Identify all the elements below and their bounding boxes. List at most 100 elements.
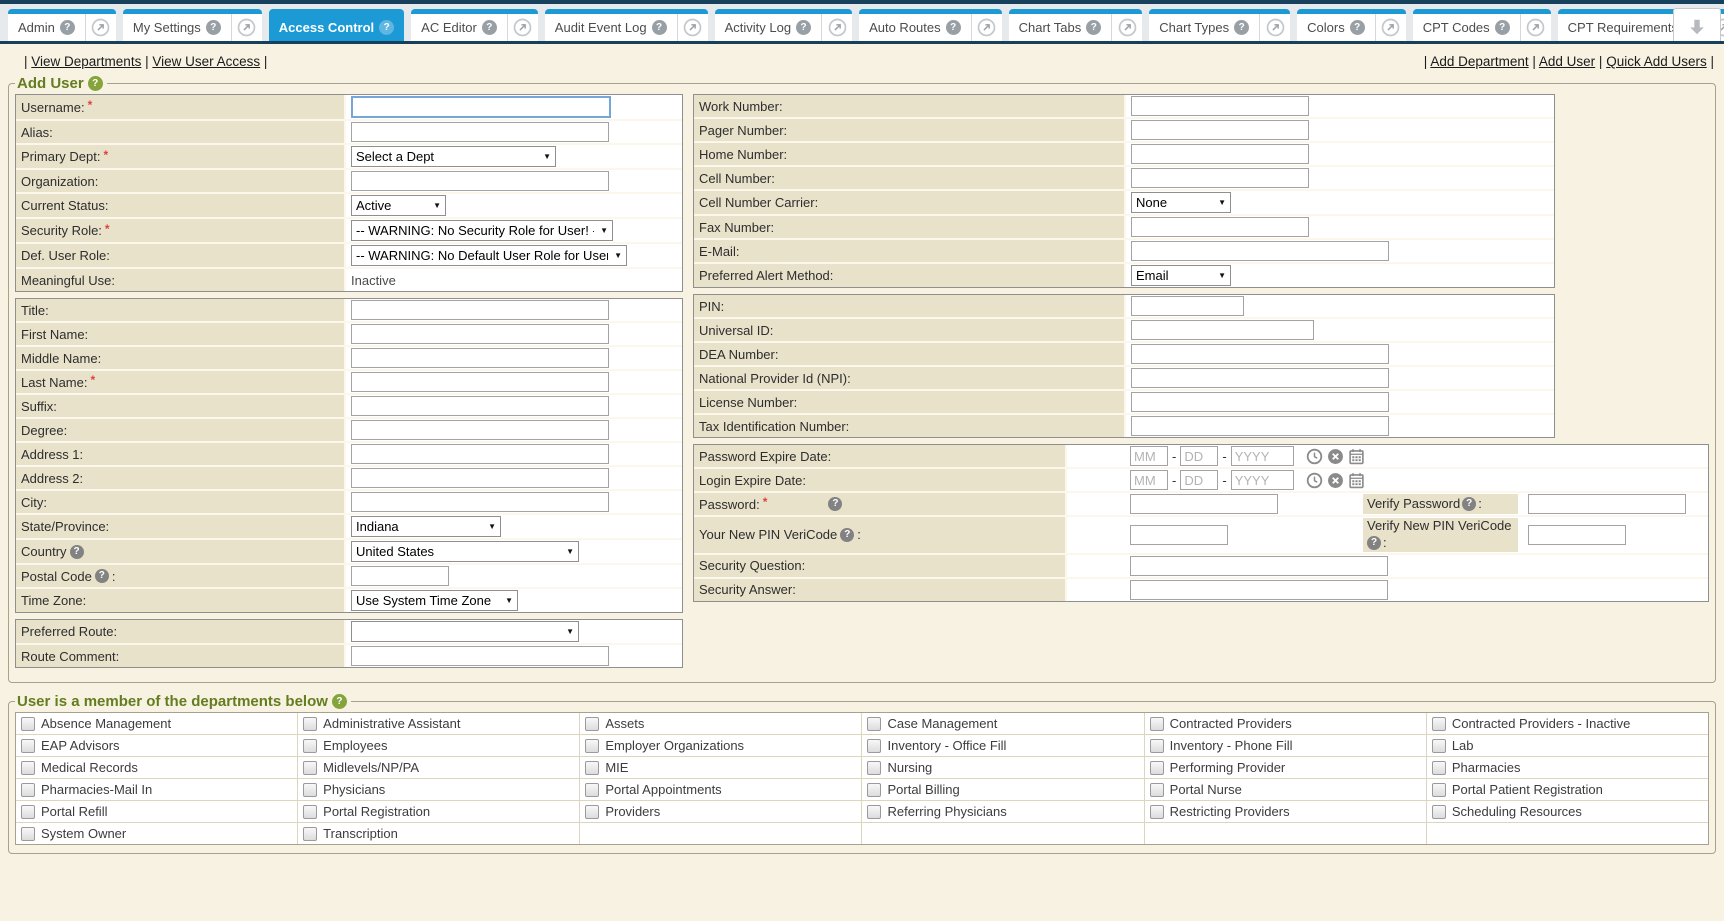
checkbox-providers[interactable] <box>585 805 599 819</box>
tab-external-link-admin[interactable] <box>85 14 116 41</box>
verify-password-input[interactable] <box>1528 494 1686 514</box>
checkbox-contracted-providers-inactive[interactable] <box>1432 717 1446 731</box>
checkbox-nursing[interactable] <box>867 761 881 775</box>
tab-auto-routes[interactable]: Auto Routes? <box>859 14 971 41</box>
tab-external-link-auto-routes[interactable] <box>971 14 1002 41</box>
new-pin-vericode-input[interactable] <box>1130 525 1228 545</box>
organization-input[interactable] <box>351 171 609 191</box>
security-role-select[interactable]: -- WARNING: No Security Role for User! -… <box>351 220 613 241</box>
tab-my-settings[interactable]: My Settings? <box>123 14 231 41</box>
help-icon[interactable]: ? <box>1495 20 1510 35</box>
help-icon[interactable]: ? <box>1367 536 1381 550</box>
checkbox-absence-management[interactable] <box>21 717 35 731</box>
help-icon[interactable]: ? <box>946 20 961 35</box>
password-expire-date-mm-input[interactable] <box>1130 446 1168 466</box>
link-quick-add-users[interactable]: Quick Add Users <box>1606 54 1707 69</box>
help-icon[interactable]: ? <box>828 497 842 511</box>
tab-admin[interactable]: Admin? <box>8 14 85 41</box>
cell-number-input[interactable] <box>1131 168 1309 188</box>
calendar-icon[interactable] <box>1348 448 1365 465</box>
help-icon[interactable]: ? <box>379 20 394 35</box>
login-expire-date-mm-input[interactable] <box>1130 470 1168 490</box>
link-view-departments[interactable]: View Departments <box>31 54 141 69</box>
checkbox-portal-nurse[interactable] <box>1150 783 1164 797</box>
address-1-input[interactable] <box>351 444 609 464</box>
city-input[interactable] <box>351 492 609 512</box>
clear-date-icon[interactable] <box>1327 448 1344 465</box>
tab-external-link-chart-types[interactable] <box>1259 14 1290 41</box>
preferred-alert-method-select[interactable]: Email▼ <box>1131 265 1231 286</box>
license-number-input[interactable] <box>1131 392 1389 412</box>
help-icon[interactable]: ? <box>70 545 84 559</box>
work-number-input[interactable] <box>1131 96 1309 116</box>
tab-ac-editor[interactable]: AC Editor? <box>411 14 507 41</box>
help-icon[interactable]: ? <box>1086 20 1101 35</box>
help-icon[interactable]: ? <box>796 20 811 35</box>
link-add-department[interactable]: Add Department <box>1430 54 1528 69</box>
tab-chart-types[interactable]: Chart Types? <box>1149 14 1259 41</box>
login-expire-date-dd-input[interactable] <box>1180 470 1218 490</box>
checkbox-inventory-phone-fill[interactable] <box>1150 739 1164 753</box>
suffix-input[interactable] <box>351 396 609 416</box>
tab-external-link-activity-log[interactable] <box>821 14 852 41</box>
help-icon[interactable]: ? <box>1234 20 1249 35</box>
checkbox-transcription[interactable] <box>303 827 317 841</box>
tab-external-link-my-settings[interactable] <box>231 14 262 41</box>
checkbox-system-owner[interactable] <box>21 827 35 841</box>
calendar-icon[interactable] <box>1348 472 1365 489</box>
checkbox-portal-patient-registration[interactable] <box>1432 783 1446 797</box>
time-zone-select[interactable]: Use System Time Zone▼ <box>351 590 518 611</box>
email-input[interactable] <box>1131 241 1389 261</box>
password-expire-date-dd-input[interactable] <box>1180 446 1218 466</box>
preferred-route-select[interactable]: ▼ <box>351 621 579 642</box>
checkbox-pharmacies[interactable] <box>1432 761 1446 775</box>
help-icon[interactable]: ? <box>482 20 497 35</box>
help-icon[interactable]: ? <box>332 694 347 709</box>
primary-dept-select[interactable]: Select a Dept▼ <box>351 146 556 167</box>
password-expire-date-yyyy-input[interactable] <box>1231 446 1294 466</box>
username-input[interactable] <box>351 96 611 118</box>
checkbox-pharmacies-mail-in[interactable] <box>21 783 35 797</box>
address-2-input[interactable] <box>351 468 609 488</box>
help-icon[interactable]: ? <box>1462 497 1476 511</box>
verify-new-pin-vericode-input[interactable] <box>1528 525 1626 545</box>
tab-chart-tabs[interactable]: Chart Tabs? <box>1009 14 1112 41</box>
tab-external-link-ac-editor[interactable] <box>507 14 538 41</box>
degree-input[interactable] <box>351 420 609 440</box>
tab-external-link-audit-event-log[interactable] <box>677 14 708 41</box>
help-icon[interactable]: ? <box>206 20 221 35</box>
middle-name-input[interactable] <box>351 348 609 368</box>
checkbox-employees[interactable] <box>303 739 317 753</box>
current-status-select[interactable]: Active▼ <box>351 195 446 216</box>
checkbox-lab[interactable] <box>1432 739 1446 753</box>
country-select[interactable]: United States▼ <box>351 541 579 562</box>
dea-number-input[interactable] <box>1131 344 1389 364</box>
security-question-input[interactable] <box>1130 556 1388 576</box>
title-input[interactable] <box>351 300 609 320</box>
cell-number-carrier-select[interactable]: None▼ <box>1131 192 1231 213</box>
checkbox-referring-physicians[interactable] <box>867 805 881 819</box>
tab-external-link-colors[interactable] <box>1375 14 1406 41</box>
link-add-user[interactable]: Add User <box>1539 54 1595 69</box>
state-province-select[interactable]: Indiana▼ <box>351 516 501 537</box>
tax-identification-number-input[interactable] <box>1131 416 1389 436</box>
pager-number-input[interactable] <box>1131 120 1309 140</box>
tab-activity-log[interactable]: Activity Log? <box>715 14 821 41</box>
route-comment-input[interactable] <box>351 646 609 666</box>
first-name-input[interactable] <box>351 324 609 344</box>
checkbox-portal-billing[interactable] <box>867 783 881 797</box>
help-icon[interactable]: ? <box>652 20 667 35</box>
clock-icon[interactable] <box>1306 472 1323 489</box>
fax-number-input[interactable] <box>1131 217 1309 237</box>
checkbox-portal-refill[interactable] <box>21 805 35 819</box>
checkbox-scheduling-resources[interactable] <box>1432 805 1446 819</box>
clear-date-icon[interactable] <box>1327 472 1344 489</box>
checkbox-restricting-providers[interactable] <box>1150 805 1164 819</box>
help-icon[interactable]: ? <box>1350 20 1365 35</box>
tab-audit-event-log[interactable]: Audit Event Log? <box>545 14 677 41</box>
password-input[interactable] <box>1130 494 1278 514</box>
tab-overflow-button[interactable] <box>1673 8 1721 44</box>
tab-external-link-cpt-codes[interactable] <box>1520 14 1551 41</box>
security-answer-input[interactable] <box>1130 580 1388 600</box>
last-name-input[interactable] <box>351 372 609 392</box>
